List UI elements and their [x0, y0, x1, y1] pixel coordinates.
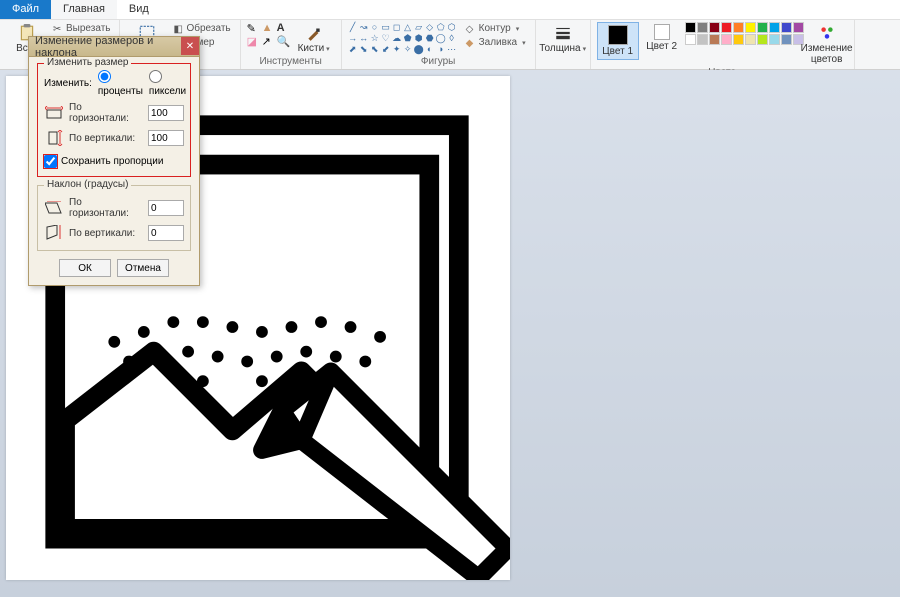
palette-swatch[interactable] [697, 34, 708, 45]
palette-swatch[interactable] [769, 34, 780, 45]
text-icon[interactable]: A [277, 22, 291, 34]
brush-icon [305, 24, 323, 42]
dialog-title-text: Изменение размеров и наклона [35, 35, 193, 59]
resize-fieldset: Изменить размер Изменить: проценты пиксе… [37, 63, 191, 177]
palette-swatch[interactable] [721, 22, 732, 33]
group-tools: ✎ ▲ A ◪ ↗ 🔍 Кисти Инструменты [241, 20, 342, 69]
resize-horiz-icon [44, 104, 64, 122]
outline-button[interactable]: ◇ Контур [463, 22, 529, 35]
palette-swatch[interactable] [793, 22, 804, 33]
palette-icon [818, 24, 836, 42]
radio-pixels[interactable]: пиксели [149, 70, 186, 97]
color2-well [654, 24, 670, 40]
eraser-icon[interactable]: ◪ [247, 35, 261, 47]
fill-icon: ◆ [466, 38, 476, 48]
picker-icon[interactable]: ↗ [262, 35, 276, 47]
tab-home[interactable]: Главная [51, 0, 117, 19]
crop-button[interactable]: ◧ Обрезать [170, 22, 233, 35]
palette-swatch[interactable] [685, 22, 696, 33]
palette-swatch[interactable] [685, 34, 696, 45]
palette-swatch[interactable] [697, 22, 708, 33]
palette-swatch[interactable] [733, 22, 744, 33]
thickness-button[interactable]: Толщина [542, 22, 584, 56]
brushes-button[interactable]: Кисти [293, 22, 335, 56]
skew-vert-input[interactable] [148, 225, 184, 241]
fill-button[interactable]: ◆ Заливка [463, 36, 529, 49]
palette-swatch[interactable] [709, 22, 720, 33]
resize-by-label: Изменить: [44, 78, 92, 89]
color1-well [608, 25, 628, 45]
palette-swatch[interactable] [721, 34, 732, 45]
cut-button[interactable]: ✂ Вырезать [50, 22, 113, 35]
palette-swatch[interactable] [781, 34, 792, 45]
skew-fieldset: Наклон (градусы) По горизонтали: По верт… [37, 185, 191, 251]
resize-vert-icon [44, 129, 64, 147]
crop-icon: ◧ [173, 24, 183, 34]
palette-swatch[interactable] [733, 34, 744, 45]
group-shapes: ╱↝○▭◻△▱◇⬠⬡ →↔☆♡☁⬟⬢⬣◯◊ ⬈⬊⬉⬋✦✧⬤◐◑⋯ ◇ Конту… [342, 20, 536, 69]
keep-aspect-checkbox[interactable]: Сохранить пропорции [44, 155, 184, 168]
edit-colors-button[interactable]: Изменение цветов [806, 22, 848, 67]
radio-percent[interactable]: проценты [98, 70, 143, 97]
outline-icon: ◇ [466, 24, 476, 34]
resize-horiz-input[interactable] [148, 105, 184, 121]
cancel-button[interactable]: Отмена [117, 259, 169, 277]
palette-swatch[interactable] [709, 34, 720, 45]
scissors-icon: ✂ [53, 24, 63, 34]
group-thickness: Толщина [536, 20, 591, 69]
pencil-icon[interactable]: ✎ [247, 22, 261, 34]
palette-swatch[interactable] [769, 22, 780, 33]
resize-skew-dialog: Изменение размеров и наклона ✕ Изменить … [28, 36, 200, 286]
ok-button[interactable]: ОК [59, 259, 111, 277]
dialog-titlebar[interactable]: Изменение размеров и наклона ✕ [29, 37, 199, 57]
dialog-close-button[interactable]: ✕ [181, 37, 199, 55]
resize-vert-input[interactable] [148, 130, 184, 146]
menu-tabs: Файл Главная Вид [0, 0, 900, 20]
zoom-icon[interactable]: 🔍 [277, 35, 291, 47]
skew-horiz-input[interactable] [148, 200, 184, 216]
color2-button[interactable]: Цвет 2 [641, 22, 683, 54]
close-icon: ✕ [186, 41, 194, 52]
bucket-icon[interactable]: ▲ [262, 22, 276, 34]
color1-button[interactable]: Цвет 1 [597, 22, 639, 60]
palette-swatch[interactable] [745, 22, 756, 33]
thickness-icon [554, 24, 572, 42]
group-colors: Цвет 1 Цвет 2 Изменение цветов Цвета [591, 20, 855, 69]
tool-icons[interactable]: ✎ ▲ A ◪ ↗ 🔍 [247, 22, 291, 47]
shapes-gallery[interactable]: ╱↝○▭◻△▱◇⬠⬡ →↔☆♡☁⬟⬢⬣◯◊ ⬈⬊⬉⬋✦✧⬤◐◑⋯ [348, 22, 457, 54]
color-palette[interactable] [685, 22, 804, 45]
skew-horiz-icon [44, 199, 64, 217]
palette-swatch[interactable] [745, 34, 756, 45]
skew-vert-icon [44, 224, 64, 242]
tab-view[interactable]: Вид [117, 0, 161, 19]
tab-file[interactable]: Файл [0, 0, 51, 19]
palette-swatch[interactable] [757, 34, 768, 45]
palette-swatch[interactable] [781, 22, 792, 33]
palette-swatch[interactable] [757, 22, 768, 33]
